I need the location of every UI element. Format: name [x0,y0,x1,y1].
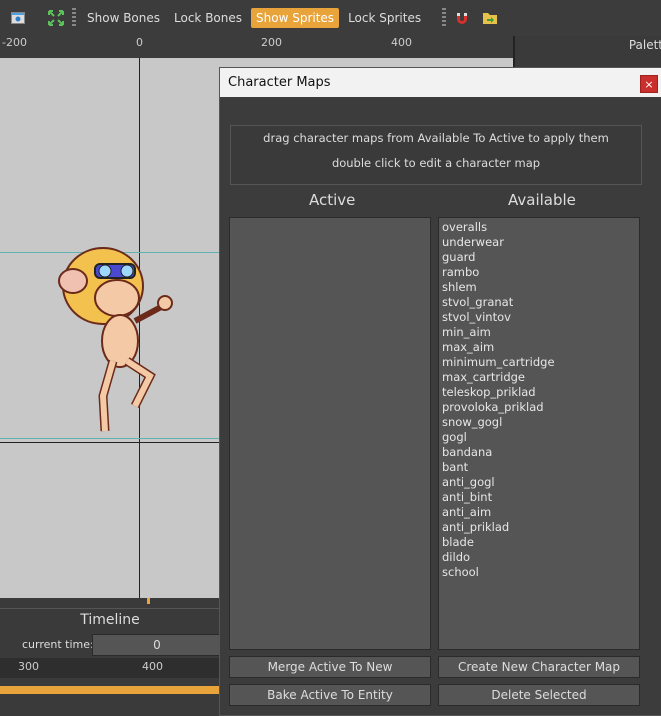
info-line-2: double click to edit a character map [331,156,541,170]
available-list[interactable]: overalls underwear guard rambo shlem stvol_gr… [438,217,640,650]
list-item[interactable]: bant [439,460,639,475]
timeline-title: Timeline [0,608,220,631]
merge-active-button[interactable]: Merge Active To New [229,656,431,678]
ruler-tick: -200 [2,36,27,49]
info-box: drag character maps from Available To Ac… [230,125,642,185]
timeline-tick: 400 [142,660,163,673]
list-item[interactable]: anti_priklad [439,520,639,535]
character-maps-dialog: Character Maps × drag character maps fro… [219,67,661,716]
show-bones-button[interactable]: Show Bones [82,8,165,28]
list-item[interactable]: dildo [439,550,639,565]
lock-sprites-button[interactable]: Lock Sprites [343,8,426,28]
active-list[interactable] [229,217,431,650]
list-item[interactable]: stvol_granat [439,295,639,310]
list-item[interactable]: school [439,565,639,580]
list-item[interactable]: shlem [439,280,639,295]
timeline-panel: Timeline current time: 0 300 400 [0,598,222,714]
magnet-icon[interactable] [454,10,470,26]
horizontal-ruler: -200 0 200 400 [0,36,513,59]
list-item[interactable]: rambo [439,265,639,280]
ruler-tick: 0 [136,36,143,49]
list-item[interactable]: min_aim [439,325,639,340]
ruler-tick: 200 [261,36,282,49]
info-line-1: drag character maps from Available To Ac… [263,131,609,145]
list-item[interactable]: gogl [439,430,639,445]
folder-icon[interactable] [482,10,498,26]
list-item[interactable]: max_cartridge [439,370,639,385]
bake-active-button[interactable]: Bake Active To Entity [229,684,431,706]
list-item[interactable]: anti_aim [439,505,639,520]
main-toolbar: Show Bones Lock Bones Show Sprites Lock … [0,0,661,36]
window-icon[interactable] [10,10,26,26]
current-time-field[interactable]: 0 [92,634,222,656]
current-time-label: current time: [22,638,94,651]
list-item[interactable]: provoloka_priklad [439,400,639,415]
list-item[interactable]: bandana [439,445,639,460]
dialog-title: Character Maps [228,75,331,90]
list-item[interactable]: stvol_vintov [439,310,639,325]
character-sprite[interactable] [55,236,180,441]
show-sprites-button[interactable]: Show Sprites [251,8,340,28]
active-header: Active [309,191,356,209]
list-item[interactable]: blade [439,535,639,550]
list-item[interactable]: max_aim [439,340,639,355]
close-icon[interactable]: × [640,75,658,93]
list-item[interactable]: snow_gogl [439,415,639,430]
list-item[interactable]: teleskop_priklad [439,385,639,400]
dialog-title-bar[interactable]: Character Maps [220,68,661,97]
list-item[interactable]: guard [439,250,639,265]
list-item[interactable]: overalls [439,220,639,235]
list-item[interactable]: underwear [439,235,639,250]
create-character-map-button[interactable]: Create New Character Map [438,656,640,678]
playhead-marker[interactable] [147,598,150,604]
available-header: Available [508,191,576,209]
toolbar-grip-2[interactable] [442,8,447,28]
ruler-tick: 400 [391,36,412,49]
timeline-track[interactable] [0,686,220,694]
list-item[interactable]: minimum_cartridge [439,355,639,370]
palette-label: Palett [628,38,661,52]
delete-selected-button[interactable]: Delete Selected [438,684,640,706]
timeline-ruler: 300 400 [0,658,220,678]
toolbar-grip[interactable] [72,8,76,28]
fit-view-icon[interactable] [48,10,64,26]
lock-bones-button[interactable]: Lock Bones [169,8,247,28]
list-item[interactable]: anti_bint [439,490,639,505]
timeline-tick: 300 [18,660,39,673]
list-item[interactable]: anti_gogl [439,475,639,490]
